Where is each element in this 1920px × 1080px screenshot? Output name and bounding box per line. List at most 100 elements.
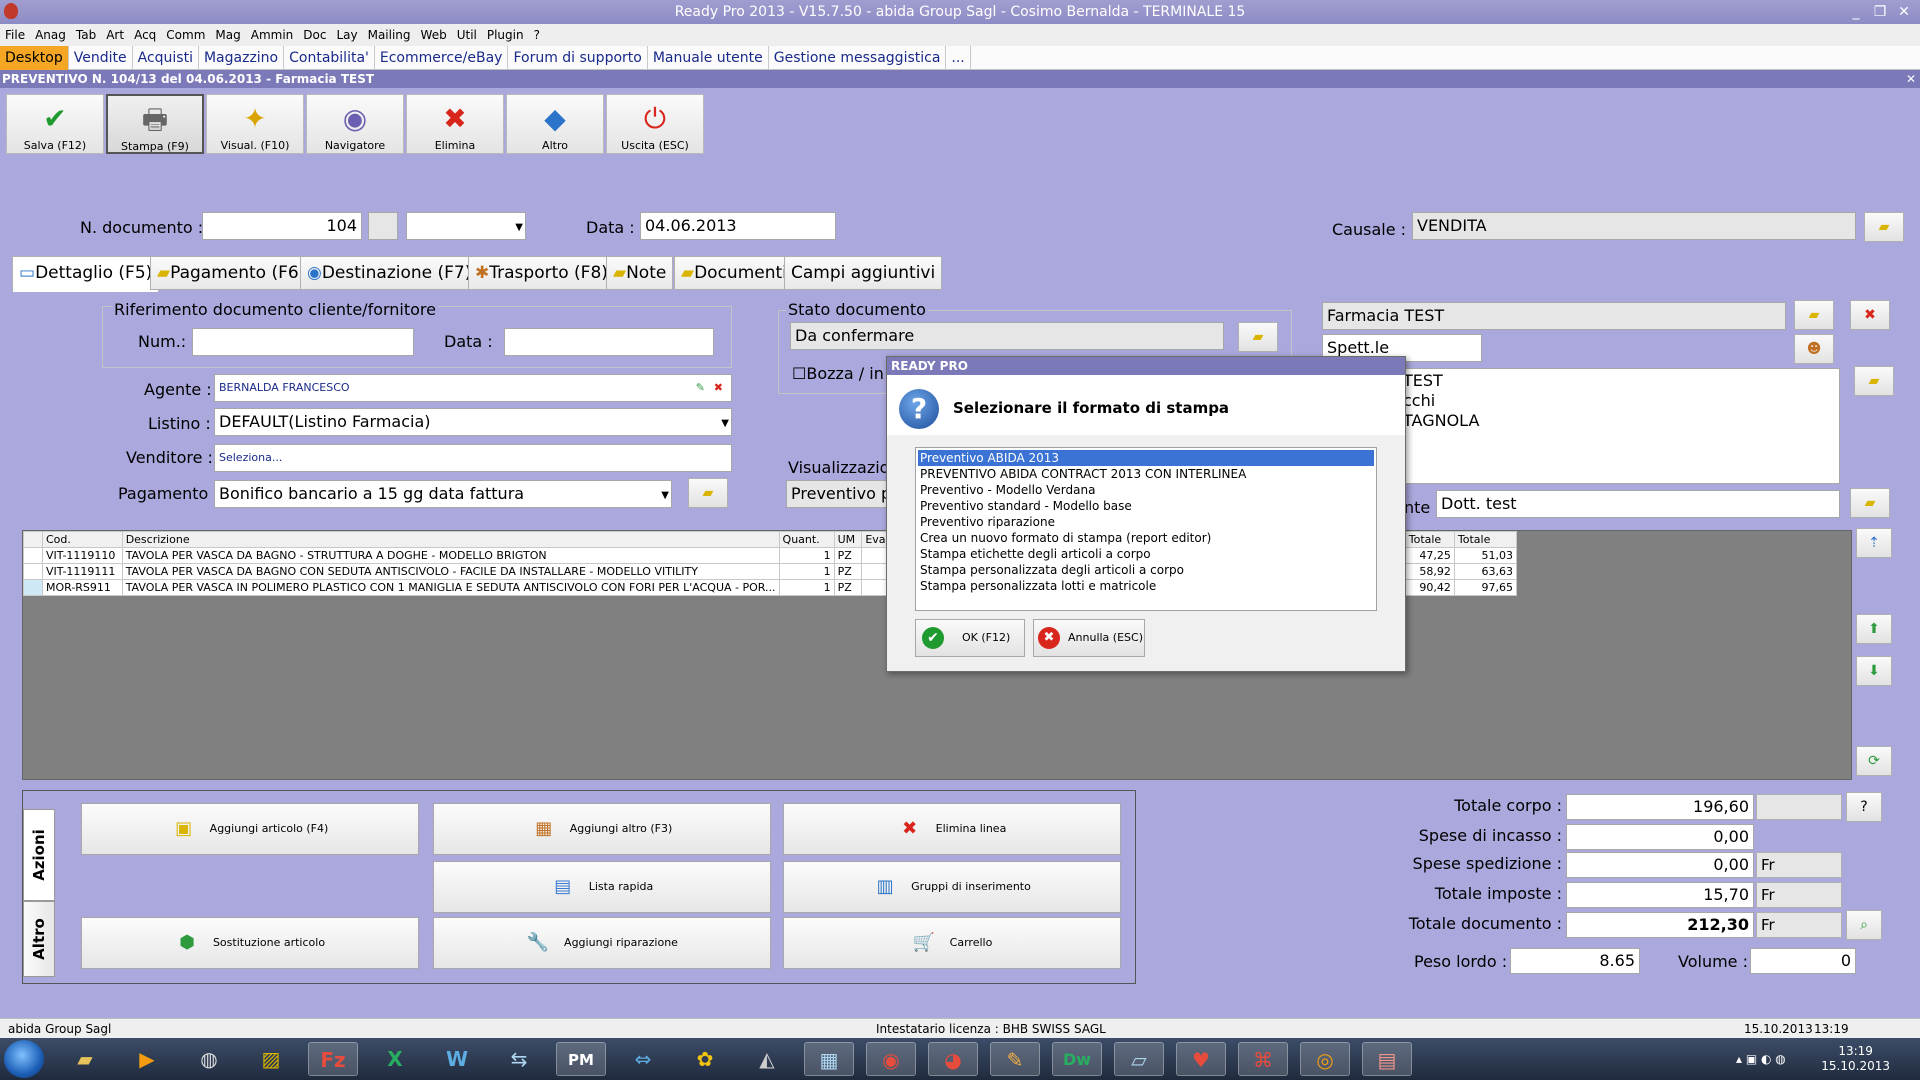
readypro-icon[interactable]: ▤ [1362, 1042, 1412, 1076]
causale-input[interactable]: VENDITA [1412, 212, 1856, 240]
col-quant[interactable]: Quant. [778, 531, 835, 548]
peso-lordo-value[interactable]: 8.65 [1510, 948, 1640, 974]
clear-icon[interactable]: ✖ [714, 377, 723, 399]
tab-pagamento[interactable]: ▰Pagamento (F6) [150, 256, 313, 290]
ndoc-input[interactable]: 104 [202, 212, 362, 240]
list-item[interactable]: Preventivo riparazione [918, 514, 1374, 530]
word-icon[interactable]: W [432, 1042, 482, 1076]
col-cod[interactable]: Cod. [41, 531, 123, 548]
maximize-button[interactable]: ❐ [1868, 2, 1892, 22]
causale-folder-button[interactable]: ▰ [1864, 212, 1904, 242]
help-button[interactable]: ? [1846, 792, 1882, 822]
acrobat-icon[interactable]: ⌘ [1238, 1042, 1288, 1076]
teamviewer-icon[interactable]: ⇔ [618, 1042, 668, 1076]
network-icon[interactable]: ⇆ [494, 1042, 544, 1076]
col-totale-1[interactable]: Totale [1404, 531, 1455, 548]
tab-magazzino[interactable]: Magazzino [199, 46, 285, 70]
tab-trasporto[interactable]: ✱Trasporto (F8) [468, 256, 615, 290]
agente-input[interactable]: BERNALDA FRANCESCO ✎ ✖ [214, 374, 732, 402]
note-icon[interactable]: ▱ [1114, 1042, 1164, 1076]
pm-icon[interactable]: PM [556, 1042, 606, 1076]
ok-button[interactable]: ✔ OK (F12) [915, 619, 1025, 657]
preview-button[interactable]: ✦ Visual. (F10) [206, 94, 304, 154]
insert-groups-button[interactable]: ▥ Gruppi di inserimento [783, 861, 1121, 913]
hp-icon[interactable]: ◍ [184, 1042, 234, 1076]
tab-destinazione[interactable]: ◉Destinazione (F7) [300, 256, 479, 290]
menu-lay[interactable]: Lay [331, 24, 362, 46]
tab-messaggistica[interactable]: Gestione messaggistica [769, 46, 947, 70]
spese-spedizione-value[interactable]: 0,00 [1566, 852, 1754, 878]
list-item[interactable]: Crea un nuovo formato di stampa (report … [918, 530, 1374, 546]
strawberry-icon[interactable]: ♥ [1176, 1042, 1226, 1076]
delete-line-button[interactable]: ✖ Elimina linea [783, 803, 1121, 855]
folder-icon[interactable]: ▰ [60, 1042, 110, 1076]
tab-ecommerce[interactable]: Ecommerce/eBay [375, 46, 509, 70]
move-up-button[interactable]: ⬆ [1856, 614, 1892, 644]
menu-help[interactable]: ? [529, 24, 545, 46]
pagamento-select[interactable]: Bonifico bancario a 15 gg data fattura ▼ [214, 480, 672, 508]
tray-icons[interactable]: ▴ ▣ ◐ ◍ [1736, 1052, 1786, 1066]
save-button[interactable]: ✔ Salva (F12) [6, 94, 104, 154]
app-icon[interactable]: ▨ [246, 1042, 296, 1076]
col-um[interactable]: UM [833, 531, 863, 548]
num-input[interactable] [192, 328, 414, 356]
cancel-button[interactable]: ✖ Annulla (ESC) [1033, 619, 1145, 657]
list-item[interactable]: Stampa personalizzata degli articoli a c… [918, 562, 1374, 578]
tab-campi-aggiuntivi[interactable]: Campi aggiuntivi [784, 256, 943, 290]
gimp-icon[interactable]: ◭ [742, 1042, 792, 1076]
menu-art[interactable]: Art [101, 24, 129, 46]
add-repair-button[interactable]: 🔧 Aggiungi riparazione [433, 917, 771, 969]
tab-desktop[interactable]: Desktop [0, 46, 69, 70]
rif-date-input[interactable] [504, 328, 714, 356]
tab-dettaglio[interactable]: ▭Dettaglio (F5) [12, 256, 160, 292]
referente-input[interactable]: Dott. test [1436, 490, 1840, 518]
menu-anag[interactable]: Anag [30, 24, 71, 46]
clock[interactable]: 13:19 15.10.2013 [1821, 1044, 1890, 1074]
menu-comm[interactable]: Comm [161, 24, 210, 46]
menu-file[interactable]: File [0, 24, 30, 46]
cliente-folder-button[interactable]: ▰ [1794, 300, 1834, 330]
quick-list-button[interactable]: ▤ Lista rapida [433, 861, 771, 913]
tab-more[interactable]: ... [946, 46, 971, 70]
tab-vendite[interactable]: Vendite [69, 46, 133, 70]
navigator-button[interactable]: ◉ Navigatore [306, 94, 404, 154]
other-button[interactable]: ◆ Altro [506, 94, 604, 154]
ndoc-series-select[interactable]: ▼ [406, 212, 526, 240]
minimize-button[interactable]: _ [1844, 2, 1868, 22]
menu-util[interactable]: Util [452, 24, 482, 46]
close-document-icon[interactable]: ✕ [1906, 70, 1916, 88]
chrome-icon[interactable]: ◉ [866, 1042, 916, 1076]
paint-icon[interactable]: ✎ [990, 1042, 1040, 1076]
media-player-icon[interactable]: ▶ [122, 1042, 172, 1076]
list-item[interactable]: Preventivo ABIDA 2013 [918, 450, 1374, 466]
add-article-button[interactable]: ▣ Aggiungi articolo (F4) [81, 803, 419, 855]
cliente-contact-button[interactable]: ☻ [1794, 334, 1834, 364]
move-down-button[interactable]: ⬇ [1856, 656, 1892, 686]
delete-button[interactable]: ✖ Elimina [406, 94, 504, 154]
app2-icon[interactable]: ◕ [928, 1042, 978, 1076]
firefox-icon[interactable]: ◎ [1300, 1042, 1350, 1076]
tab-documenti[interactable]: ▰Documenti [674, 256, 794, 290]
cliente-remove-button[interactable]: ✖ [1850, 300, 1890, 330]
move-top-button[interactable]: ⇡ [1856, 528, 1892, 558]
dreamweaver-icon[interactable]: Dw [1052, 1042, 1102, 1076]
listino-select[interactable]: DEFAULT(Listino Farmacia) ▼ [214, 408, 732, 436]
stato-input[interactable]: Da confermare [790, 322, 1224, 350]
exit-button[interactable]: ⏻ Uscita (ESC) [606, 94, 704, 154]
refresh-button[interactable]: ⟳ [1856, 746, 1892, 776]
col-descrizione[interactable]: Descrizione [121, 531, 780, 548]
pagamento-folder-button[interactable]: ▰ [688, 478, 728, 508]
tab-altro[interactable]: Altro [23, 901, 55, 977]
picasa-icon[interactable]: ✿ [680, 1042, 730, 1076]
start-button[interactable] [4, 1040, 44, 1078]
tab-contabilita[interactable]: Contabilita' [284, 46, 375, 70]
menu-web[interactable]: Web [416, 24, 452, 46]
spese-incasso-value[interactable]: 0,00 [1566, 824, 1754, 850]
referente-folder-button[interactable]: ▰ [1850, 488, 1890, 518]
address-folder-button[interactable]: ▰ [1854, 366, 1894, 396]
menu-mailing[interactable]: Mailing [363, 24, 416, 46]
menu-plugin[interactable]: Plugin [482, 24, 529, 46]
venditore-input[interactable]: Seleziona... [214, 444, 732, 472]
list-item[interactable]: Stampa etichette degli articoli a corpo [918, 546, 1374, 562]
menu-mag[interactable]: Mag [210, 24, 245, 46]
